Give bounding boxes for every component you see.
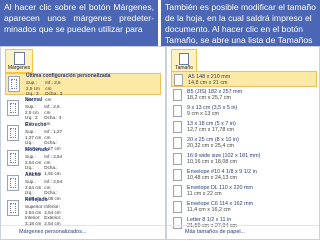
margin-bottom-value: Inferior: 2,54 cm bbox=[44, 204, 61, 215]
size-dimensions: 18,2 cm x 25,7 cm bbox=[187, 95, 232, 101]
size-option[interactable]: Envelope DL 110 x 220 mm 11 cm x 22 cm bbox=[171, 183, 317, 199]
margins-page-icon bbox=[14, 52, 25, 65]
left-caption-panel: Al hacer clic sobre el botón Márgenes, a… bbox=[0, 0, 158, 46]
paper-icon bbox=[173, 201, 182, 213]
size-option[interactable]: 13 x 18 cm (5 x 7 in) 12,7 cm x 17,78 cm bbox=[171, 119, 317, 135]
paper-icon bbox=[173, 169, 182, 181]
size-option[interactable]: Envelope #10 4 1/8 x 9 1/2 in 10,48 cm x… bbox=[171, 167, 317, 183]
size-dimensions: 20,32 cm x 25,4 cm bbox=[187, 143, 235, 149]
margin-top-value: Sup.: 1,27 cm bbox=[25, 129, 42, 140]
size-option[interactable]: A5 148 x 210 mm 14,8 cm x 21 cm bbox=[171, 71, 317, 87]
margin-top-value: Superior: 2,54 cm bbox=[25, 204, 44, 215]
paper-icon bbox=[173, 89, 182, 101]
margin-option-moderate[interactable]: Moderado Sup.: 2,54 cm Inf.: 2,54 cm Izq… bbox=[5, 147, 161, 176]
margin-top-value: Sup.: 2,5 cm bbox=[26, 80, 40, 91]
margins-button[interactable]: Márgenes bbox=[5, 49, 33, 73]
margin-thumbnail-icon bbox=[7, 175, 19, 191]
margin-option-wide[interactable]: Ancho Sup.: 2,54 cm Inf.: 2,54 cm Izq.: … bbox=[5, 172, 161, 201]
paper-icon bbox=[173, 105, 182, 117]
margin-thumbnail-icon bbox=[7, 150, 19, 166]
margin-top-value: Sup.: 2,5 cm bbox=[25, 104, 39, 115]
paper-icon bbox=[173, 121, 182, 133]
margin-option-last-custom[interactable]: Última configuración personalizada Sup.:… bbox=[5, 73, 161, 102]
margin-option-name: Ancho bbox=[25, 172, 41, 178]
size-dimensions: 11 cm x 22 cm bbox=[187, 191, 222, 197]
paper-icon bbox=[173, 185, 182, 197]
size-dimensions: 11,4 cm x 16,2 cm bbox=[187, 207, 231, 213]
margin-option-name: Reflejado bbox=[25, 197, 48, 203]
size-dimensions: 9 cm x 13 cm bbox=[187, 111, 220, 117]
margin-option-narrow[interactable]: Estrecho Sup.: 1,27 cm Inf.: 1,27 cm Izq… bbox=[5, 122, 161, 151]
margin-option-name: Moderado bbox=[25, 147, 49, 153]
size-option[interactable]: 20 x 25 cm (8 x 10 in) 20,32 cm x 25,4 c… bbox=[171, 135, 317, 151]
paper-icon bbox=[173, 137, 182, 149]
margin-bottom-value: Inf.: 2,54 cm bbox=[44, 179, 63, 190]
margin-top-value: Sup.: 2,54 cm bbox=[25, 179, 42, 190]
size-option[interactable]: 16:9 wide size (102 x 181 mm) 10,16 cm x… bbox=[171, 151, 317, 167]
margins-dropdown: Márgenes Última configuración personaliz… bbox=[0, 46, 166, 240]
margin-thumbnail-icon bbox=[7, 200, 19, 216]
size-button[interactable]: Tamaño bbox=[171, 49, 197, 73]
left-caption-text: Al hacer clic sobre el botón Márgenes, a… bbox=[4, 2, 154, 34]
margin-bottom-value: Inf.: 2,5 cm bbox=[44, 104, 60, 115]
margin-thumbnail-icon bbox=[7, 100, 19, 116]
margin-bottom-value: Inf.: 2,5 cm bbox=[45, 80, 61, 91]
margin-thumbnail-icon bbox=[7, 125, 19, 141]
margin-option-name: Estrecho bbox=[25, 122, 47, 128]
margin-bottom-value: Inf.: 1,27 cm bbox=[44, 129, 63, 140]
size-dimensions: 12,7 cm x 17,78 cm bbox=[187, 127, 235, 133]
size-option[interactable]: 9 x 13 cm (3,5 x 5 in) 9 cm x 13 cm bbox=[171, 103, 317, 119]
size-option[interactable]: Envelope C6 114 x 162 mm 11,4 cm x 16,2 … bbox=[171, 199, 317, 215]
size-dropdown: Tamaño A5 148 x 210 mm 14,8 cm x 21 cm B… bbox=[166, 46, 320, 240]
paper-icon bbox=[174, 74, 183, 86]
size-list: A5 148 x 210 mm 14,8 cm x 21 cm B5 (JIS)… bbox=[167, 71, 319, 241]
margin-option-values: Superior: 2,54 cm Inferior: 2,54 cm Inte… bbox=[25, 204, 165, 226]
margin-thumbnail-icon bbox=[8, 76, 20, 92]
margin-bottom-value: Inf.: 2,54 cm bbox=[44, 154, 63, 165]
size-option[interactable]: B5 (JIS) 182 x 257 mm 18,2 cm x 25,7 cm bbox=[171, 87, 317, 103]
size-page-icon bbox=[179, 53, 189, 65]
margin-option-name: Última configuración personalizada bbox=[26, 73, 111, 79]
margin-option-name: Normal bbox=[25, 97, 43, 103]
size-dimensions: 10,48 cm x 24,13 cm bbox=[187, 175, 238, 181]
margin-top-value: Sup.: 2,54 cm bbox=[25, 154, 42, 165]
size-dimensions: 14,8 cm x 21 cm bbox=[188, 80, 228, 86]
more-paper-sizes-link[interactable]: Más tamaños de papel... bbox=[167, 225, 319, 237]
margin-option-normal[interactable]: Normal Sup.: 2,5 cm Inf.: 2,5 cm Izq.: 3… bbox=[5, 97, 161, 126]
margins-list: Última configuración personalizada Sup.:… bbox=[1, 71, 165, 235]
right-caption-panel: También es posible modificar el tamaño d… bbox=[161, 0, 320, 56]
paper-icon bbox=[173, 153, 182, 165]
custom-margins-link[interactable]: Márgenes personalizados... bbox=[1, 225, 165, 237]
margin-option-mirrored[interactable]: Reflejado Superior: 2,54 cm Inferior: 2,… bbox=[5, 197, 161, 226]
size-dimensions: 10,16 cm x 18,08 cm bbox=[187, 159, 238, 165]
